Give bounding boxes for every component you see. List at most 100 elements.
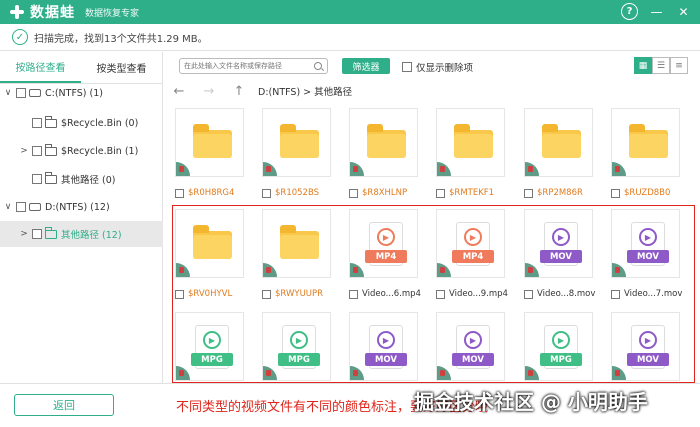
- file-name-row[interactable]: $R8XHLNP: [349, 186, 407, 200]
- tab-by-type[interactable]: 按类型查看: [81, 52, 162, 83]
- file-name-row[interactable]: Video...7.mov: [611, 287, 682, 301]
- video-file-icon: ▶ MOV: [365, 325, 407, 369]
- video-tile[interactable]: ▶ MOV: [611, 209, 680, 278]
- file-name: $R1052BS: [275, 188, 320, 198]
- video-tile[interactable]: ▶ MOV: [611, 312, 680, 381]
- file-name-row[interactable]: Video...9.mp4: [436, 287, 508, 301]
- search-icon[interactable]: [314, 62, 322, 70]
- file-type-label: MOV: [365, 353, 407, 366]
- video-tile[interactable]: ▶ MOV: [349, 312, 418, 381]
- back-button[interactable]: 返回: [14, 394, 114, 416]
- search-input[interactable]: [184, 62, 314, 70]
- folder-tile[interactable]: [436, 108, 505, 177]
- tree-item-other-path-d[interactable]: > 其他路径 (12): [0, 221, 163, 247]
- folder-tile[interactable]: [262, 209, 331, 278]
- file-checkbox[interactable]: [262, 188, 271, 198]
- tree-checkbox[interactable]: [32, 229, 42, 239]
- deleted-badge-icon: [612, 366, 626, 380]
- file-checkbox[interactable]: [262, 289, 271, 299]
- filter-button[interactable]: 筛选器: [342, 58, 390, 74]
- folder-tile[interactable]: [349, 108, 418, 177]
- deleted-badge-icon: [437, 263, 451, 277]
- tree-item-c-drive[interactable]: ∨ C:(NTFS) (1): [0, 80, 163, 106]
- folder-tile[interactable]: [175, 209, 244, 278]
- file-name-row[interactable]: $RV0HYVL: [175, 287, 232, 301]
- file-checkbox[interactable]: [175, 289, 184, 299]
- video-tile[interactable]: ▶ MOV: [436, 312, 505, 381]
- video-tile[interactable]: ▶ MOV: [524, 209, 593, 278]
- folder-icon: [44, 226, 57, 239]
- back-arrow-icon[interactable]: ←: [164, 84, 194, 99]
- tree-checkbox[interactable]: [16, 202, 26, 212]
- folder-tile[interactable]: [175, 108, 244, 177]
- video-file-icon: ▶ MP4: [452, 222, 494, 266]
- file-name-row[interactable]: $RMTEKF1: [436, 186, 494, 200]
- tree-item-other-path-c[interactable]: 其他路径 (0): [0, 166, 163, 192]
- tree-checkbox[interactable]: [16, 88, 26, 98]
- file-checkbox[interactable]: [436, 188, 445, 198]
- tree-checkbox[interactable]: [32, 146, 42, 156]
- file-type-label: MOV: [627, 353, 669, 366]
- only-deleted-checkbox[interactable]: [402, 62, 412, 72]
- file-checkbox[interactable]: [436, 289, 445, 299]
- tree-item-d-drive[interactable]: ∨ D:(NTFS) (12): [0, 194, 163, 220]
- sidebar: 按路径查看 按类型查看 ∨ C:(NTFS) (1) $Recycle.Bin …: [0, 52, 163, 383]
- file-name-row[interactable]: Video...6.mp4: [349, 287, 421, 301]
- folder-icon: [193, 124, 232, 158]
- video-tile[interactable]: ▶ MPG: [262, 312, 331, 381]
- file-checkbox[interactable]: [349, 188, 358, 198]
- file-name-row[interactable]: Video...8.mov: [524, 287, 595, 301]
- video-file-icon: ▶ MOV: [540, 222, 582, 266]
- close-button[interactable]: ✕: [675, 3, 692, 20]
- search-box[interactable]: [179, 58, 328, 74]
- help-icon[interactable]: ?: [621, 3, 638, 20]
- tab-by-path[interactable]: 按路径查看: [0, 52, 81, 83]
- app-name: 数据蛙: [30, 5, 75, 21]
- deleted-badge-icon: [176, 162, 190, 176]
- video-tile[interactable]: ▶ MP4: [436, 209, 505, 278]
- folder-tile[interactable]: [262, 108, 331, 177]
- tree-item-recycle-bin-c[interactable]: $Recycle.Bin (0): [0, 110, 163, 136]
- only-deleted-toggle[interactable]: 仅显示删除项: [402, 60, 473, 74]
- tree-item-recycle-bin-c-2[interactable]: > $Recycle.Bin (1): [0, 138, 163, 164]
- detail-view-icon[interactable]: ≡: [670, 57, 688, 74]
- video-file-icon: ▶ MP4: [365, 222, 407, 266]
- file-name: $RMTEKF1: [449, 188, 495, 198]
- grid-view-icon[interactable]: ▦: [634, 57, 652, 74]
- chevron-down-icon[interactable]: ∨: [3, 88, 13, 98]
- up-arrow-icon[interactable]: ↑: [224, 84, 254, 99]
- video-tile[interactable]: ▶ MPG: [524, 312, 593, 381]
- file-name-row[interactable]: $R1052BS: [262, 186, 319, 200]
- file-checkbox[interactable]: [175, 188, 184, 198]
- file-name-row[interactable]: $R0H8RG4: [175, 186, 234, 200]
- file-checkbox[interactable]: [349, 289, 358, 299]
- video-file-icon: ▶ MOV: [627, 222, 669, 266]
- forward-arrow-icon[interactable]: →: [194, 84, 224, 99]
- video-tile[interactable]: ▶ MPG: [175, 312, 244, 381]
- file-checkbox[interactable]: [524, 188, 533, 198]
- file-type-label: MOV: [540, 250, 582, 263]
- folder-tile[interactable]: [524, 108, 593, 177]
- minimize-button[interactable]: —: [648, 3, 665, 20]
- chevron-down-icon[interactable]: ∨: [3, 202, 13, 212]
- chevron-right-icon[interactable]: >: [19, 229, 29, 239]
- tree-item-label: 其他路径 (12): [61, 230, 122, 241]
- file-checkbox[interactable]: [611, 188, 620, 198]
- chevron-right-icon[interactable]: >: [19, 146, 29, 156]
- video-tile[interactable]: ▶ MP4: [349, 209, 418, 278]
- folder-icon: [280, 124, 319, 158]
- file-name-row[interactable]: $RP2M86R: [524, 186, 583, 200]
- file-name-row[interactable]: $RWYUUPR: [262, 287, 323, 301]
- tree-item-label: 其他路径 (0): [61, 175, 116, 186]
- file-checkbox[interactable]: [611, 289, 620, 299]
- tree-checkbox[interactable]: [32, 118, 42, 128]
- app-subtitle: 数据恢复专家: [85, 8, 140, 19]
- play-icon: ▶: [552, 228, 570, 246]
- file-name-row[interactable]: $RUZD8B0: [611, 186, 670, 200]
- list-view-icon[interactable]: ☰: [652, 57, 670, 74]
- folder-tile[interactable]: [611, 108, 680, 177]
- deleted-badge-icon: [525, 366, 539, 380]
- view-mode-switch: ▦ ☰ ≡: [634, 57, 688, 74]
- file-checkbox[interactable]: [524, 289, 533, 299]
- tree-checkbox[interactable]: [32, 174, 42, 184]
